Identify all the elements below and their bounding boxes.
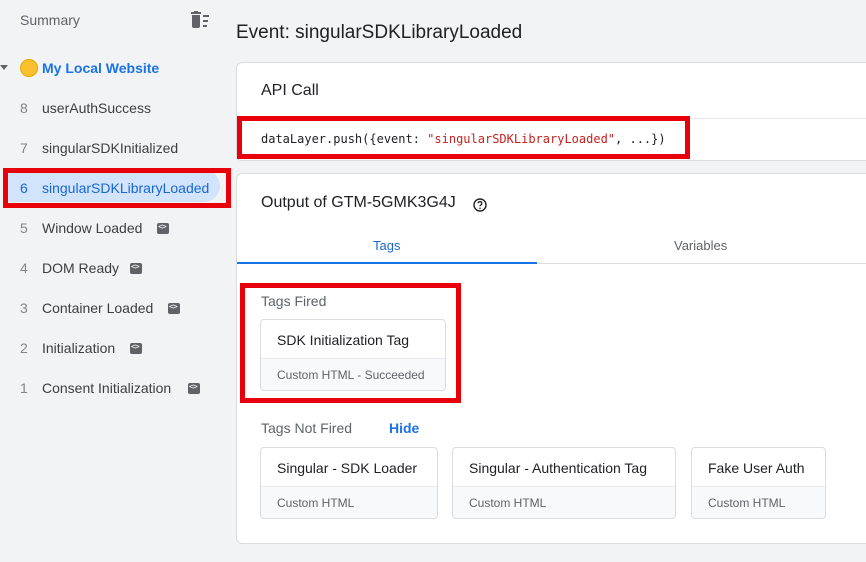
code-icon (130, 262, 142, 274)
tag-type: Custom HTML (277, 496, 355, 510)
sidebar-item-container-loaded[interactable]: 3 Container Loaded (0, 288, 230, 328)
tag-card-singular-authentication[interactable]: Singular - Authentication Tag Custom HTM… (452, 447, 676, 519)
event-label: userAuthSuccess (42, 100, 151, 116)
api-call-heading: API Call (261, 82, 319, 99)
tag-type: Custom HTML (469, 496, 547, 510)
sidebar-item-initialization[interactable]: 2 Initialization (0, 328, 230, 368)
event-number: 8 (20, 100, 28, 116)
tag-card-fake-user-auth[interactable]: Fake User Auth Custom HTML (691, 447, 826, 519)
highlight-box-api-call (237, 116, 690, 159)
tag-footer: Custom HTML (261, 486, 437, 518)
tag-footer: Custom HTML (692, 486, 825, 518)
sidebar-item-userauthsuccess[interactable]: 8 userAuthSuccess (0, 88, 230, 128)
event-label: singularSDKInitialized (42, 140, 179, 156)
event-number: 4 (20, 260, 28, 276)
event-label: Consent Initialization (42, 380, 172, 396)
tab-variables[interactable]: Variables (674, 238, 727, 253)
sidebar-item-window-loaded[interactable]: 5 Window Loaded (0, 208, 230, 248)
help-icon[interactable] (473, 198, 487, 212)
site-name[interactable]: My Local Website (42, 60, 159, 76)
event-number: 3 (20, 300, 28, 316)
code-icon (168, 302, 180, 314)
site-status-icon (20, 59, 38, 77)
event-number: 2 (20, 340, 28, 356)
tag-footer: Custom HTML (453, 486, 675, 518)
event-number: 1 (20, 380, 28, 396)
event-number: 5 (20, 220, 28, 236)
collapse-caret-icon[interactable] (0, 65, 8, 70)
sidebar-item-dom-ready[interactable]: 4 DOM Ready (0, 248, 230, 288)
output-heading: Output of GTM-5GMK3G4J (261, 194, 456, 211)
event-label: Initialization (42, 340, 116, 356)
tag-card-singular-sdk-loader[interactable]: Singular - SDK Loader Custom HTML (260, 447, 438, 519)
tag-type: Custom HTML (708, 496, 786, 510)
tag-name: Singular - SDK Loader (277, 460, 418, 476)
code-icon (188, 382, 200, 394)
tag-name: Singular - Authentication Tag (469, 460, 647, 476)
code-icon (157, 222, 169, 234)
code-icon (130, 342, 142, 354)
tab-tags[interactable]: Tags (373, 238, 400, 253)
highlight-box-sidebar (3, 168, 231, 208)
event-number: 7 (20, 140, 28, 156)
tags-not-fired-label: Tags Not Fired (261, 420, 353, 436)
event-label: DOM Ready (42, 260, 120, 276)
sidebar-item-singularsdkinitialized[interactable]: 7 singularSDKInitialized (0, 128, 230, 168)
active-tab-indicator (237, 262, 537, 264)
output-tabs: Tags Variables (237, 226, 866, 264)
sidebar-item-consent-initialization[interactable]: 1 Consent Initialization (0, 368, 230, 408)
tag-name: Fake User Auth (708, 460, 805, 476)
event-label: Container Loaded (42, 300, 154, 316)
event-label: Window Loaded (42, 220, 143, 236)
page-title: Event: singularSDKLibraryLoaded (236, 22, 523, 43)
sidebar: Summary My Local Website 8 userAuthSucce… (0, 0, 230, 562)
highlight-box-tags-fired (240, 283, 461, 403)
clear-messages-icon[interactable] (190, 11, 210, 29)
summary-link[interactable]: Summary (20, 12, 80, 28)
hide-link[interactable]: Hide (389, 420, 419, 436)
